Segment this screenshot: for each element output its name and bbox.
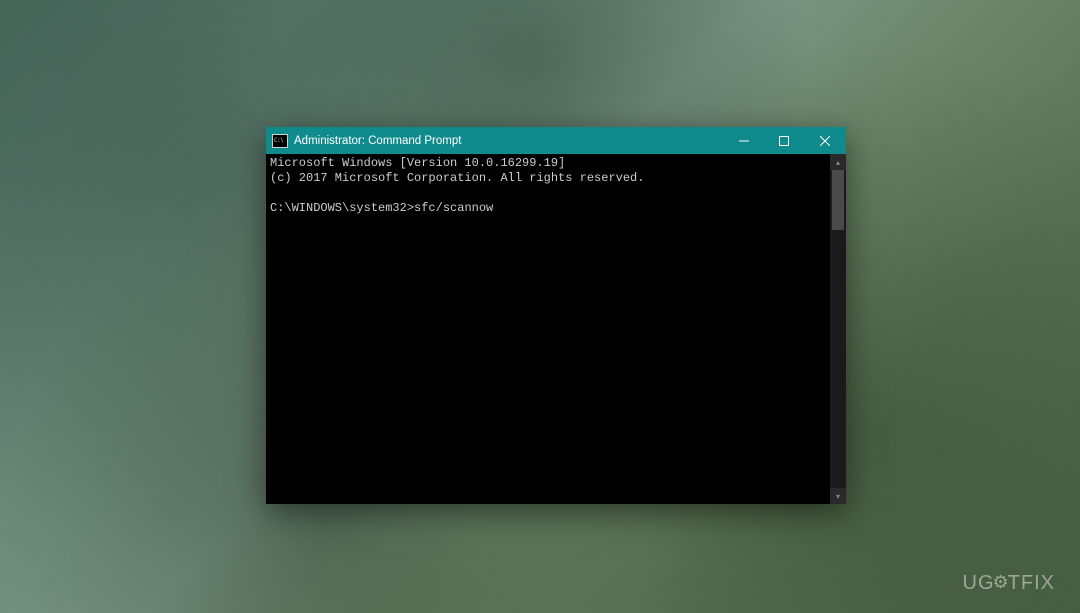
scroll-up-arrow-icon[interactable]: ▴ — [830, 154, 846, 170]
window-title: Administrator: Command Prompt — [294, 135, 724, 147]
scroll-thumb[interactable] — [832, 170, 844, 230]
vertical-scrollbar[interactable]: ▴ ▾ — [830, 154, 846, 504]
gear-icon: ⚙ — [993, 572, 1010, 593]
output-line: (c) 2017 Microsoft Corporation. All righ… — [270, 171, 644, 185]
command-prompt-window: C:\ Administrator: Command Prompt Micros… — [266, 127, 846, 504]
window-titlebar[interactable]: C:\ Administrator: Command Prompt — [266, 127, 846, 154]
scroll-down-arrow-icon[interactable]: ▾ — [830, 488, 846, 504]
cmd-icon: C:\ — [272, 134, 288, 148]
close-button[interactable] — [804, 127, 846, 154]
minimize-button[interactable] — [724, 127, 764, 154]
scroll-track[interactable] — [830, 170, 846, 488]
command-text: sfc/scannow — [414, 201, 493, 215]
watermark-logo: UG⚙TFIX — [963, 572, 1055, 595]
prompt-text: C:\WINDOWS\system32> — [270, 201, 414, 215]
output-line: Microsoft Windows [Version 10.0.16299.19… — [270, 156, 565, 170]
maximize-button[interactable] — [764, 127, 804, 154]
terminal-body: Microsoft Windows [Version 10.0.16299.19… — [266, 154, 846, 504]
window-controls — [724, 127, 846, 154]
terminal-output[interactable]: Microsoft Windows [Version 10.0.16299.19… — [266, 154, 830, 504]
